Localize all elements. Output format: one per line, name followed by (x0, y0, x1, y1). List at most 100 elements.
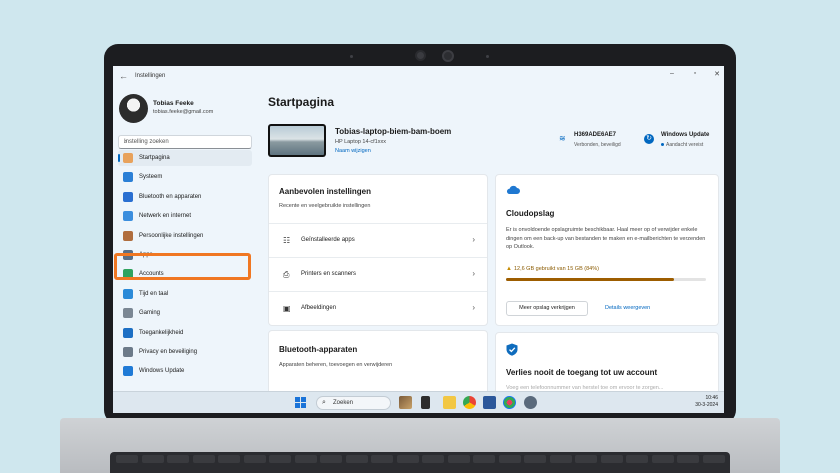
recommended-row-label: Geïnstalleerde apps (301, 237, 355, 243)
settings-gear-icon[interactable] (524, 396, 537, 409)
personalization-icon (123, 230, 133, 241)
bluetooth-card-title: Bluetooth-apparaten (279, 345, 358, 354)
windows-update-status: Aandacht vereist (661, 142, 703, 148)
get-more-storage-button[interactable]: Meer opslag verkrijgen (506, 301, 588, 316)
system-clock[interactable]: 10:46 30-3-2024 (695, 395, 718, 409)
task-view-icon[interactable] (421, 396, 430, 409)
status-led (350, 55, 353, 58)
keyboard-key (167, 455, 189, 463)
list-icon: ☷ (283, 236, 291, 245)
search-icon: ⌕ (322, 399, 326, 406)
time-language-icon (123, 288, 133, 299)
windows-update-title[interactable]: Windows Update (661, 132, 709, 138)
keyboard-key (473, 455, 495, 463)
view-details-link[interactable]: Details weergeven (605, 305, 650, 311)
taskbar-search[interactable]: ⌕ Zoeken (316, 396, 391, 410)
taskbar-search-label: Zoeken (333, 400, 354, 406)
keyboard-key (524, 455, 546, 463)
system-icon (123, 172, 133, 183)
recommended-row-images[interactable]: ▣ Afbeeldingen › (269, 291, 487, 324)
cloud-storage-title: Cloudopslag (506, 209, 555, 218)
apps-highlight-box (114, 253, 251, 280)
keyboard-key (269, 455, 291, 463)
sidebar-item-personalization[interactable]: Persoonlijke instellingen (118, 228, 252, 244)
webcam (415, 50, 426, 61)
close-button[interactable]: ✕ (710, 70, 724, 78)
taskbar: ⌕ Zoeken 10:46 30-3-2024 (113, 391, 724, 413)
user-name: Tobias Feeke (153, 100, 194, 107)
clock-time: 10:46 (705, 395, 718, 401)
wifi-status: Verbonden, beveiligd (574, 142, 621, 148)
wifi-network-name[interactable]: H369ADE6AE7 (574, 132, 616, 138)
device-model: HP Laptop 14-cf1xxx (335, 139, 386, 145)
keyboard-key (651, 455, 674, 463)
sidebar-item-gaming[interactable]: Gaming (118, 305, 252, 321)
maximize-button[interactable]: ▫ (688, 70, 702, 77)
chevron-right-icon: › (472, 269, 475, 278)
keyboard-key (677, 455, 699, 463)
avatar[interactable] (119, 94, 148, 123)
sidebar-item-label: Startpagina (139, 155, 170, 161)
sidebar-item-time-language[interactable]: Tijd en taal (118, 286, 252, 302)
recommended-row-installed-apps[interactable]: ☷ Geïnstalleerde apps › (269, 223, 487, 256)
keyboard-key (626, 455, 648, 463)
sidebar-item-system[interactable]: Systeem (118, 169, 252, 185)
keyboard-key (116, 455, 138, 463)
recommended-title: Aanbevolen instellingen (279, 187, 372, 196)
windows-update-status-text: Aandacht vereist (666, 142, 704, 148)
sidebar-item-accessibility[interactable]: Toegankelijkheid (118, 325, 252, 341)
screen: ← Instellingen – ▫ ✕ Tobias Feeke tobias… (113, 66, 724, 413)
device-name: Tobias-laptop-biem-bam-boem (335, 127, 452, 136)
keyboard-key (447, 455, 470, 463)
cloud-storage-description: Er is onvoldoende opslagruimte beschikba… (506, 227, 706, 250)
sidebar-item-windows-update[interactable]: Windows Update (118, 363, 252, 379)
cloud-storage-card: Cloudopslag Er is onvoldoende opslagruim… (495, 174, 719, 326)
recommended-subtitle: Recente en veelgebruikte instellingen (279, 203, 371, 209)
cloud-storage-usage: ▲ 12,6 GB gebruikt van 15 GB (84%) (506, 266, 599, 272)
keyboard-key (294, 455, 317, 463)
bluetooth-devices-card: Bluetooth-apparaten Apparaten beheren, t… (268, 330, 488, 400)
account-card-title: Verlies nooit de toegang tot uw account (506, 368, 658, 377)
sidebar-item-bluetooth[interactable]: Bluetooth en apparaten (118, 189, 252, 205)
recommended-row-printers[interactable]: ⎙ Printers en scanners › (269, 257, 487, 290)
storage-progress-bar (506, 278, 706, 281)
accessibility-icon (123, 327, 133, 338)
back-arrow-icon[interactable]: ← (119, 71, 128, 81)
wifi-icon: ≋ (559, 134, 566, 143)
bluetooth-icon (123, 191, 133, 202)
window-titlebar: ← Instellingen – ▫ ✕ (113, 66, 724, 88)
chrome-icon[interactable] (463, 396, 476, 409)
attention-dot-icon (661, 143, 664, 147)
printer-icon: ⎙ (283, 270, 290, 279)
rename-link[interactable]: Naam wijzigen (335, 148, 371, 154)
sidebar-item-label: Toegankelijkheid (139, 329, 184, 336)
widgets-icon[interactable] (399, 396, 412, 409)
word-icon[interactable] (483, 396, 496, 409)
chevron-right-icon: › (472, 235, 475, 244)
gaming-icon (123, 308, 133, 319)
recommended-row-label: Afbeeldingen (301, 305, 337, 311)
page-title: Startpagina (268, 95, 335, 109)
sidebar-item-home[interactable]: Startpagina (118, 150, 252, 166)
privacy-icon (123, 347, 133, 357)
sidebar-item-label: Persoonlijke instellingen (139, 232, 204, 239)
keyboard-key (243, 455, 266, 463)
sidebar-item-network[interactable]: Netwerk en internet (118, 208, 252, 224)
recommended-row-label: Printers en scanners (301, 271, 357, 277)
minimize-button[interactable]: – (665, 70, 679, 77)
user-email: tobias.feeke@gmail.com (153, 109, 214, 115)
windows-start-icon[interactable] (295, 397, 306, 408)
cloud-icon (506, 185, 520, 194)
sidebar-item-privacy[interactable]: Privacy en beveiliging (118, 344, 252, 360)
windows-update-icon (123, 366, 133, 377)
file-explorer-icon[interactable] (443, 396, 456, 409)
search-input[interactable]: Instelling zoeken ⌕ (118, 135, 252, 149)
windows-update-icon: ↻ (644, 134, 654, 144)
bluetooth-card-subtitle: Apparaten beheren, toevoegen en verwijde… (279, 362, 393, 368)
keyboard-key (422, 455, 444, 463)
webcam-sensor (442, 50, 454, 62)
sidebar: Tobias Feeke tobias.feeke@gmail.com Inst… (113, 88, 258, 391)
shield-icon (506, 343, 518, 356)
search-icon: ⌕ (124, 139, 128, 145)
app-icon[interactable] (503, 396, 516, 409)
